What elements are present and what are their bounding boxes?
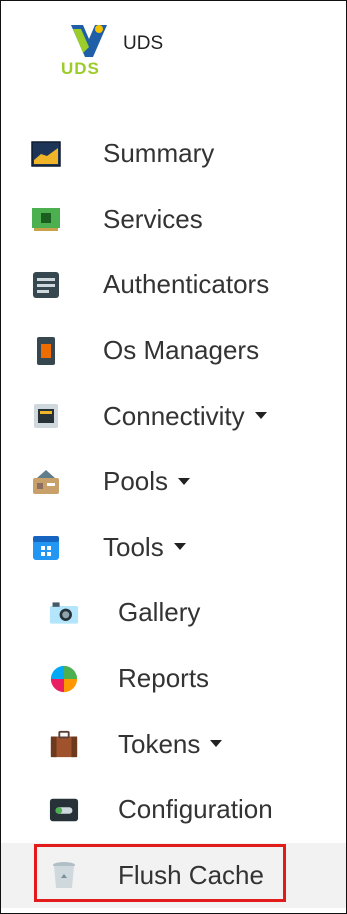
gallery-icon	[49, 598, 79, 628]
sidebar-item-label: Tokens	[118, 729, 223, 760]
sidebar-item-os-managers[interactable]: Os Managers	[1, 318, 346, 384]
trash-icon	[49, 860, 79, 890]
sidebar-item-flush-cache[interactable]: Flush Cache	[1, 842, 346, 909]
sidebar-item-pools[interactable]: Pools	[1, 449, 346, 515]
sidebar-item-label: Tools	[103, 532, 186, 563]
sidebar-item-services[interactable]: Services	[1, 187, 346, 253]
reports-icon	[49, 664, 79, 694]
sidebar-item-label: Os Managers	[103, 335, 260, 366]
configuration-icon	[49, 795, 79, 825]
os-managers-icon	[31, 336, 61, 366]
sidebar-panel: UDS UDS Summary Services Authenticators …	[0, 0, 347, 914]
logo-text: UDS	[61, 59, 100, 78]
tokens-icon	[49, 729, 79, 759]
sidebar-item-label: Summary	[103, 138, 215, 169]
services-icon	[31, 204, 61, 234]
authenticators-icon	[31, 270, 61, 300]
chevron-down-icon	[178, 477, 191, 485]
sidebar-item-summary[interactable]: Summary	[1, 121, 346, 187]
brand[interactable]: UDS UDS	[59, 23, 259, 83]
sidebar-item-label: Flush Cache	[118, 859, 264, 890]
connectivity-icon	[31, 401, 61, 431]
sidebar-item-label: Pools	[103, 466, 191, 497]
chevron-down-icon	[210, 740, 223, 748]
sidebar-item-connectivity[interactable]: Connectivity	[1, 383, 346, 449]
tools-icon	[31, 532, 61, 562]
sidebar-item-label: Authenticators	[103, 269, 270, 300]
brand-label: UDS	[123, 33, 164, 54]
sidebar-item-tokens[interactable]: Tokens	[1, 711, 346, 777]
summary-icon	[31, 139, 61, 169]
sidebar-item-label: Connectivity	[103, 401, 267, 432]
sidebar-item-label: Configuration	[118, 794, 273, 825]
sidebar-item-configuration[interactable]: Configuration	[1, 777, 346, 843]
sidebar-item-gallery[interactable]: Gallery	[1, 580, 346, 646]
pools-icon	[31, 467, 61, 497]
sidebar-item-reports[interactable]: Reports	[1, 646, 346, 712]
chevron-down-icon	[254, 412, 267, 420]
sidebar-nav: Summary Services Authenticators Os Manag…	[1, 121, 346, 909]
sidebar-item-authenticators[interactable]: Authenticators	[1, 252, 346, 318]
sidebar-item-tools[interactable]: Tools	[1, 515, 346, 581]
sidebar-item-label: Gallery	[118, 597, 201, 628]
chevron-down-icon	[173, 543, 186, 551]
sidebar-item-label: Reports	[118, 663, 210, 694]
sidebar-item-label: Services	[103, 203, 203, 234]
